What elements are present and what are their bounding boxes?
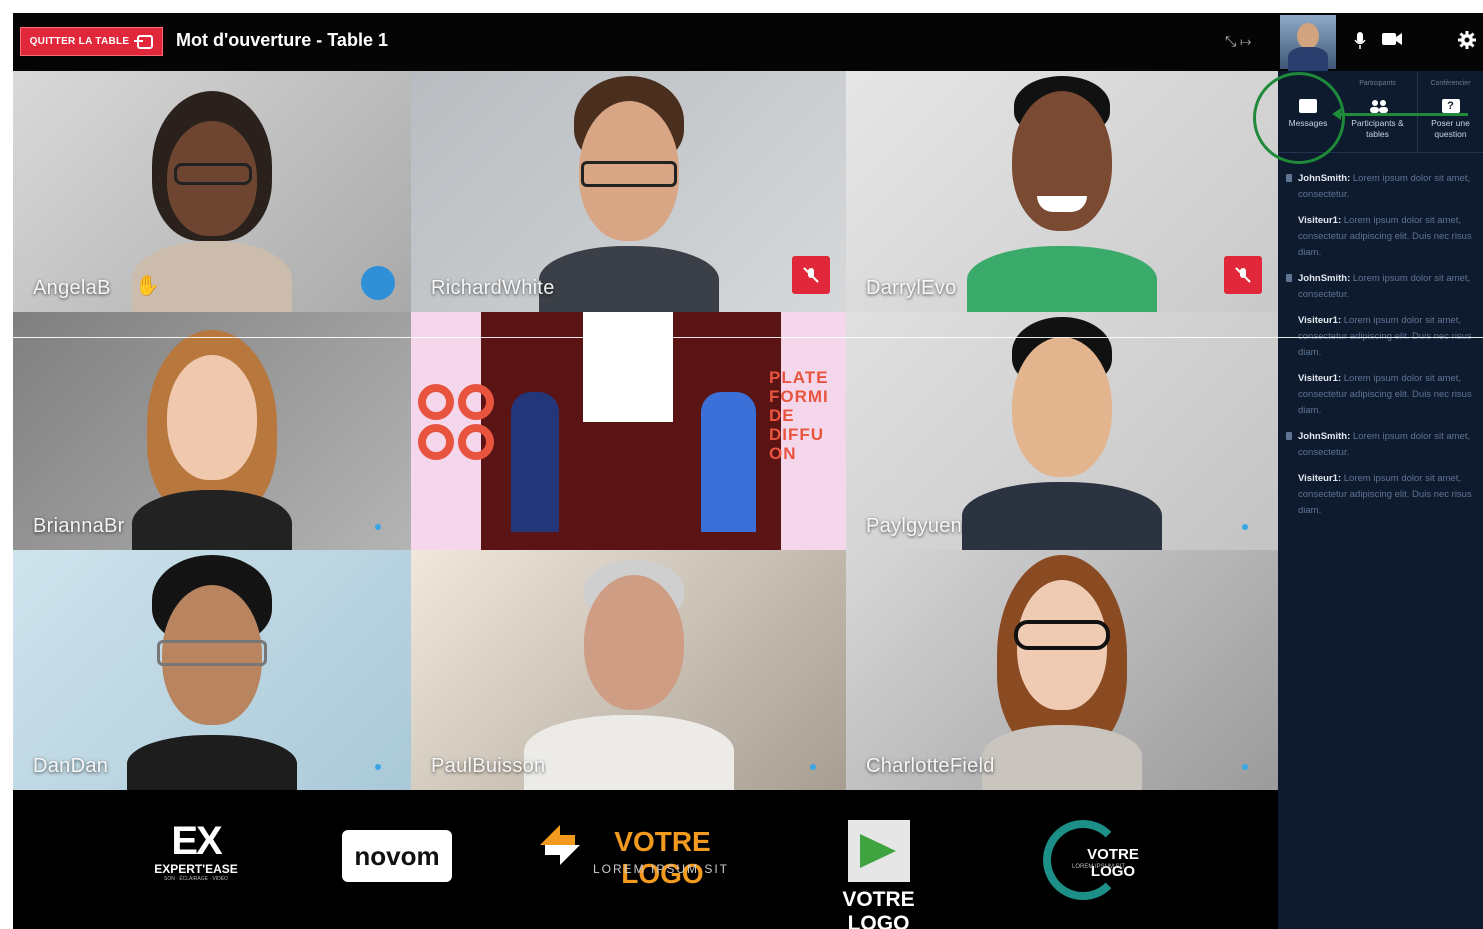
leave-table-label: QUITTER LA TABLE: [29, 36, 130, 47]
video-tile-paylgyuen[interactable]: Paylgyuen: [846, 312, 1278, 550]
active-indicator: [375, 524, 381, 530]
stage-banner-line: FORMI: [769, 387, 829, 406]
video-tile-briannabr[interactable]: BriannaBr: [13, 312, 411, 550]
message-author: Visiteur1:: [1298, 373, 1342, 384]
speaker-2: [701, 392, 756, 532]
sidebar-controls: [1278, 13, 1483, 71]
question-icon: ?: [1441, 99, 1460, 113]
lock-icon: [1286, 274, 1292, 282]
sponsor-name: EXPERT'EASE: [154, 862, 238, 876]
muted-mic-icon: [1224, 256, 1262, 294]
video-tile-richardwhite[interactable]: RichardWhite: [411, 71, 846, 312]
microphone-icon[interactable]: [1353, 31, 1367, 56]
sponsor-chevron-icon: [847, 820, 910, 882]
participant-name: RichardWhite: [431, 277, 555, 299]
video-tile-stage[interactable]: PLATE FORMI DE DIFFU ON: [411, 312, 846, 550]
tab-participants[interactable]: Participants Participants & tables: [1338, 71, 1418, 153]
active-indicator: [375, 764, 381, 770]
message-author: Visiteur1:: [1298, 473, 1342, 484]
message-item: Visiteur1: Lorem ipsum dolor sit amet, c…: [1286, 371, 1481, 419]
sponsor-name: VOTRE LOGO: [842, 888, 915, 929]
sponsor-logo-votre-logo-2[interactable]: VOTRE LOGO: [821, 820, 936, 929]
leave-table-button[interactable]: QUITTER LA TABLE: [20, 27, 163, 56]
participant-video: [529, 76, 729, 312]
raised-hand-icon: ✋: [135, 275, 160, 297]
conference-window: QUITTER LA TABLE Mot d'ouverture - Table…: [13, 13, 1483, 929]
self-video-preview[interactable]: [1280, 15, 1336, 71]
message-item: JohnSmith: Lorem ipsum dolor sit amet, c…: [1286, 271, 1481, 303]
stage-banner: PLATE FORMI DE DIFFU ON: [769, 368, 829, 463]
participant-video: [957, 317, 1167, 550]
participant-name: CharlotteField: [866, 755, 995, 777]
message-item: JohnSmith: Lorem ipsum dolor sit amet, c…: [1286, 429, 1481, 461]
view-controls[interactable]: ⤡ ↦: [1225, 33, 1251, 50]
speaking-indicator: [361, 266, 395, 300]
video-tile-darrylevo[interactable]: DarrylEvo: [846, 71, 1278, 312]
active-indicator: [1242, 524, 1248, 530]
stage-screen: [583, 312, 673, 422]
video-tile-dandan[interactable]: DanDan: [13, 550, 411, 790]
participant-name: DarrylEvo: [866, 277, 957, 299]
message-author: Visiteur1:: [1298, 215, 1342, 226]
stage-banner-line: PLATE: [769, 368, 829, 387]
highlight-arrow: [1332, 108, 1468, 120]
active-indicator: [1242, 764, 1248, 770]
tab-group-label: Conférencier: [1430, 80, 1471, 87]
participant-name: Paylgyuen: [866, 515, 963, 537]
sponsor-tagline: LOREM IPSUM SIT: [593, 862, 730, 876]
sponsor-name: VOTRE LOGO: [1087, 846, 1139, 880]
muted-mic-icon: [792, 256, 830, 294]
participant-video: [112, 555, 312, 790]
message-item: JohnSmith: Lorem ipsum dolor sit amet, c…: [1286, 171, 1481, 203]
speaker-1: [511, 392, 559, 532]
stage-logo-icon: [418, 384, 494, 460]
video-tile-angelab[interactable]: AngelaB ✋: [13, 71, 411, 312]
participant-name: AngelaB: [33, 277, 111, 299]
sponsor-tagline: SON · ÉCLAIRAGE · VIDÉO: [164, 876, 228, 882]
exit-icon: [134, 34, 154, 49]
room-title: Mot d'ouverture - Table 1: [176, 30, 388, 50]
message-item: Visiteur1: Lorem ipsum dolor sit amet, c…: [1286, 213, 1481, 261]
stage-banner-line: ON: [769, 444, 797, 463]
video-tile-charlottefield[interactable]: CharlotteField: [846, 550, 1278, 790]
tab-label: Participants & tables: [1351, 118, 1404, 139]
camera-icon[interactable]: [1381, 31, 1403, 52]
top-bar: QUITTER LA TABLE Mot d'ouverture - Table…: [13, 13, 1278, 71]
active-indicator: [810, 764, 816, 770]
message-author: Visiteur1:: [1298, 315, 1342, 326]
divider-line: [0, 337, 1483, 338]
video-tile-paulbuisson[interactable]: PaulBuisson: [411, 550, 846, 790]
sponsor-name: novom: [354, 841, 440, 871]
tab-group-label: Participants: [1359, 80, 1396, 87]
message-author: JohnSmith:: [1298, 173, 1351, 184]
participant-name: DanDan: [33, 755, 109, 777]
sponsor-logo-expertease[interactable]: EX EXPERT'EASE SON · ÉCLAIRAGE · VIDÉO: [141, 820, 251, 882]
message-item: Visiteur1: Lorem ipsum dolor sit amet, c…: [1286, 471, 1481, 519]
tab-ask-question[interactable]: Conférencier ? Poser une question: [1418, 71, 1483, 153]
lock-icon: [1286, 432, 1292, 440]
message-author: JohnSmith:: [1298, 273, 1351, 284]
gear-icon[interactable]: [1458, 31, 1476, 54]
stage-banner-line: DIFFU: [769, 425, 825, 444]
sponsor-tagline: LOREM IPSUM SIT: [1072, 864, 1126, 870]
people-icon: [1369, 99, 1388, 113]
tab-label: Poser une question: [1431, 118, 1470, 139]
lock-icon: [1286, 174, 1292, 182]
participant-video: [112, 330, 312, 550]
message-list: JohnSmith: Lorem ipsum dolor sit amet, c…: [1286, 171, 1481, 529]
message-author: JohnSmith:: [1298, 431, 1351, 442]
sponsor-name: VOTRE LOGO: [614, 826, 711, 889]
sponsor-arrows-icon: [540, 825, 580, 865]
sponsor-bar: EX EXPERT'EASE SON · ÉCLAIRAGE · VIDÉO n…: [13, 790, 1278, 929]
sponsor-mark: EX: [171, 819, 222, 863]
participant-video: [962, 76, 1162, 312]
sponsor-logo-novom[interactable]: novom: [342, 830, 452, 882]
fullscreen-icon[interactable]: ⤡ ↦: [1225, 33, 1251, 50]
stage-banner-line: DE: [769, 406, 795, 425]
participant-video: [519, 560, 739, 790]
participant-name: BriannaBr: [33, 515, 125, 537]
participant-name: PaulBuisson: [431, 755, 546, 777]
